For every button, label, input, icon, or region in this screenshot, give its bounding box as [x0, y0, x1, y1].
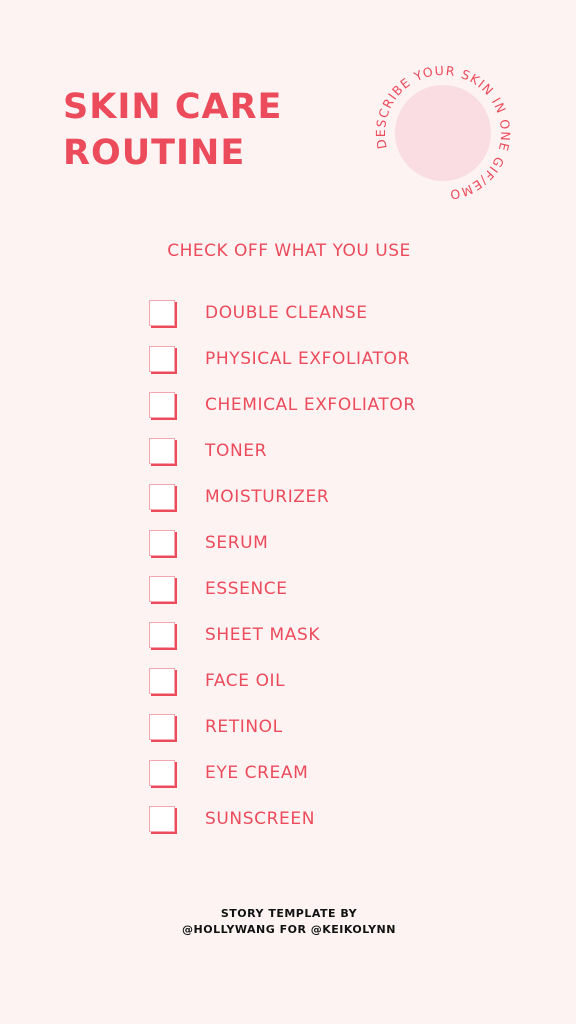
title-line-2: ROUTINE [63, 133, 246, 173]
credits-line-2: @HOLLYWANG FOR @KEIKOLYNN [182, 923, 396, 936]
checklist-item-label: SUNSCREEN [205, 809, 316, 829]
checkbox[interactable] [149, 668, 175, 694]
checklist-item[interactable]: TONER [149, 428, 416, 474]
checklist-item[interactable]: ESSENCE [149, 566, 416, 612]
checkbox[interactable] [149, 530, 175, 556]
checkbox[interactable] [149, 438, 175, 464]
checkbox[interactable] [149, 622, 175, 648]
checklist-item[interactable]: EYE CREAM [149, 750, 416, 796]
gif-emoji-badge: DESCRIBE YOUR SKIN IN ONE GIF/EMOJI [363, 53, 513, 203]
checklist-item[interactable]: MOISTURIZER [149, 474, 416, 520]
checkbox[interactable] [149, 300, 175, 326]
title-line-1: SKIN CARE [63, 87, 283, 127]
checklist-item[interactable]: DOUBLE CLEANSE [149, 290, 416, 336]
checklist-item-label: CHEMICAL EXFOLIATOR [205, 395, 416, 415]
checkbox[interactable] [149, 760, 175, 786]
checkbox[interactable] [149, 806, 175, 832]
checklist-item[interactable]: CHEMICAL EXFOLIATOR [149, 382, 416, 428]
checkbox[interactable] [149, 346, 175, 372]
checklist-item-label: PHYSICAL EXFOLIATOR [205, 349, 410, 369]
page-title: SKIN CARE ROUTINE [63, 84, 282, 176]
checkbox[interactable] [149, 392, 175, 418]
credits: STORY TEMPLATE BY @HOLLYWANG FOR @KEIKOL… [0, 906, 576, 938]
checklist-item[interactable]: RETINOL [149, 704, 416, 750]
checklist-item-label: EYE CREAM [205, 763, 309, 783]
checklist-item[interactable]: SERUM [149, 520, 416, 566]
credits-line-1: STORY TEMPLATE BY [220, 907, 358, 920]
checklist-item[interactable]: SUNSCREEN [149, 796, 416, 842]
checklist-item-label: RETINOL [205, 717, 283, 737]
checkbox[interactable] [149, 484, 175, 510]
checkbox[interactable] [149, 576, 175, 602]
checklist-item-label: MOISTURIZER [205, 487, 330, 507]
checklist: DOUBLE CLEANSE PHYSICAL EXFOLIATOR CHEMICA… [149, 290, 416, 842]
checklist-item[interactable]: PHYSICAL EXFOLIATOR [149, 336, 416, 382]
checklist-item-label: TONER [205, 441, 268, 461]
checklist-item[interactable]: SHEET MASK [149, 612, 416, 658]
checklist-item[interactable]: FACE OIL [149, 658, 416, 704]
emoji-placeholder-circle[interactable] [395, 85, 491, 181]
checklist-item-label: SHEET MASK [205, 625, 321, 645]
checklist-heading: CHECK OFF WHAT YOU USE [167, 241, 411, 261]
checklist-item-label: SERUM [205, 533, 269, 553]
checklist-item-label: DOUBLE CLEANSE [205, 303, 368, 323]
checklist-item-label: ESSENCE [205, 579, 288, 599]
checkbox[interactable] [149, 714, 175, 740]
checklist-item-label: FACE OIL [205, 671, 286, 691]
